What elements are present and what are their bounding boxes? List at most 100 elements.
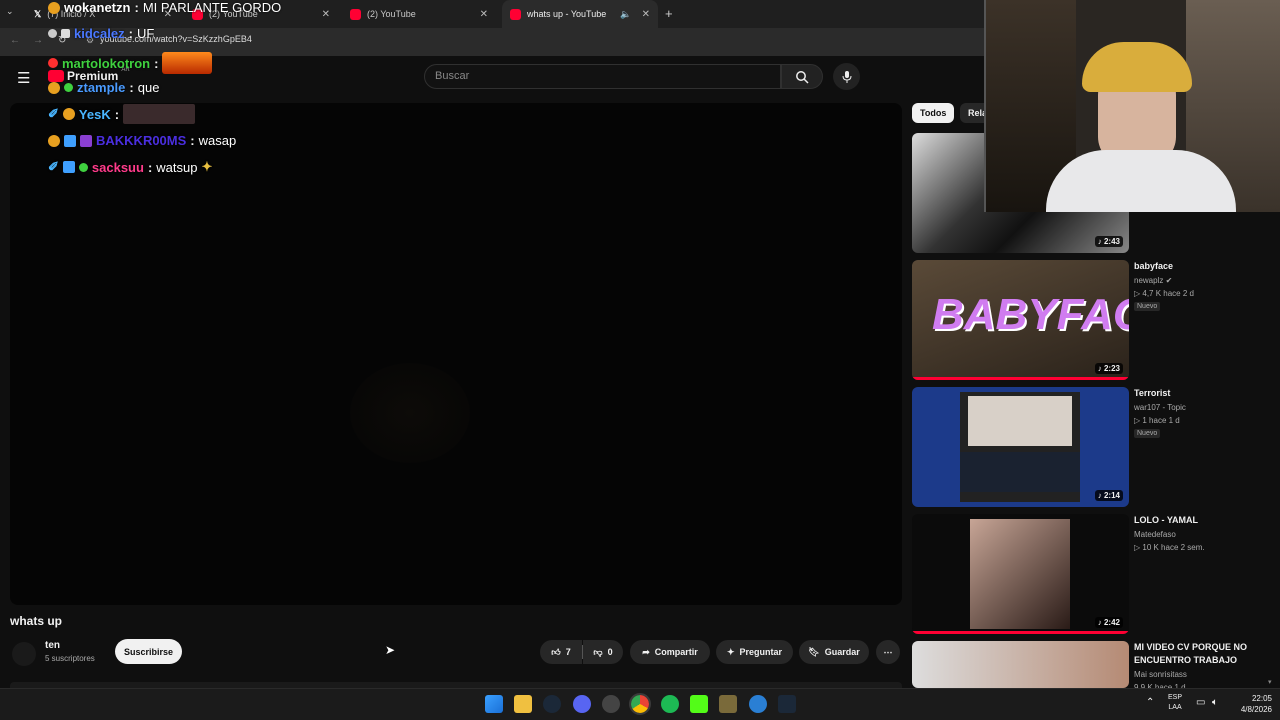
dislike-button[interactable]: 👎︎ 0 [583, 640, 623, 664]
windows-start-icon[interactable] [485, 695, 503, 713]
related-thumbnail[interactable]: BABYFACE ♪ 2:23 [912, 260, 1129, 380]
emote-icon [62, 108, 75, 120]
discord-icon[interactable] [573, 695, 591, 713]
chat-message: MI PARLANTE GORDO [142, 0, 282, 15]
chat-line: ✐ YesK: [48, 104, 196, 124]
app-icon[interactable] [749, 695, 767, 713]
chevron-up-icon[interactable]: ⌃ [1146, 697, 1154, 708]
voice-search-button[interactable] [833, 63, 860, 90]
related-channel[interactable]: Mai sonrisitass [1134, 670, 1187, 679]
date-text: 4/8/2026 [1240, 705, 1272, 714]
save-button[interactable]: 🔖︎ Guardar [799, 640, 869, 664]
sparkle-icon: ✦ [726, 646, 735, 657]
scroll-down-icon[interactable]: ▾ [1268, 678, 1272, 686]
channel-text: newaplz [1134, 276, 1164, 285]
system-clock[interactable]: 22:05 4/8/2026 [1228, 693, 1272, 715]
tab-label: whats up - YouTube [527, 9, 607, 19]
obs-icon[interactable] [602, 695, 620, 713]
mouse-cursor-icon: ➤ [385, 643, 396, 657]
new-tab-icon[interactable]: + [665, 6, 673, 21]
minecraft-icon[interactable] [719, 695, 737, 713]
save-label: Guardar [824, 647, 860, 657]
video-player[interactable] [10, 103, 902, 605]
related-channel[interactable]: Matedefaso [1134, 530, 1176, 539]
tab-active-video[interactable]: whats up - YouTube 🔈 ✕ [502, 0, 658, 28]
sword-badge-icon: ✐ [48, 106, 59, 121]
beanie [1082, 42, 1192, 92]
chat-user: kidcalez [74, 26, 125, 41]
steam-icon[interactable] [543, 695, 561, 713]
badge-icon [61, 29, 70, 38]
chat-user: BAKKKR00MS [96, 133, 187, 148]
duration-badge: ♪ 2:43 [1094, 236, 1123, 247]
chat-user: martolokotron [62, 55, 151, 71]
tab-search-icon[interactable]: ⌄ [6, 6, 20, 20]
video-title: whats up [10, 614, 63, 628]
new-badge: Nuevo [1134, 429, 1161, 438]
badge-icon [78, 162, 88, 172]
speaker-icon[interactable]: 🔈 [620, 9, 631, 20]
channel-name[interactable]: ten [45, 640, 60, 651]
more-actions-button[interactable]: ⋯ [876, 640, 900, 664]
kick-icon[interactable] [690, 695, 708, 713]
emote-icon [48, 1, 60, 14]
forward-icon[interactable]: → [33, 35, 43, 46]
back-icon[interactable]: ← [10, 35, 20, 46]
keyboard-language[interactable]: ESP LAA [1168, 693, 1182, 713]
emote-icon: ✦ [201, 159, 213, 174]
related-thumbnail[interactable]: ♪ 2:14 [912, 387, 1129, 507]
menu-icon[interactable]: ☰ [17, 69, 30, 87]
chat-user: wokanetzn [64, 0, 131, 15]
duration-badge: ♪ 2:42 [1094, 617, 1123, 628]
related-thumbnail[interactable] [912, 641, 1129, 688]
network-icon[interactable]: ▭ [1196, 697, 1205, 708]
thumbnail-art [960, 392, 1080, 502]
close-icon[interactable]: ✕ [480, 9, 488, 20]
microphone-icon [842, 70, 851, 83]
share-icon: ➦ [642, 646, 650, 657]
related-title[interactable]: Terrorist [1134, 387, 1264, 400]
share-label: Compartir [654, 647, 698, 657]
tab-youtube-2[interactable]: (2) YouTube ✕ [342, 0, 496, 28]
chat-line: BAKKKR00MS: wasap [48, 133, 236, 148]
related-meta: ▷ 4,7 K hace 2 d [1134, 289, 1194, 298]
volume-icon[interactable]: 🔈︎ [1212, 697, 1218, 708]
time-text: 22:05 [1251, 694, 1272, 703]
like-button[interactable]: 👍︎ 7 [540, 640, 582, 664]
thumbnail-art [960, 452, 1080, 492]
file-explorer-icon[interactable] [514, 695, 532, 713]
related-channel[interactable]: newaplz ✔ [1134, 276, 1172, 285]
related-thumbnail[interactable]: ♪ 2:42 [912, 514, 1129, 634]
related-title[interactable]: MI VIDEO CV PORQUE NO ENCUENTRO TRABAJO [1134, 641, 1264, 667]
related-title[interactable]: babyface [1134, 260, 1264, 273]
chat-message: que [137, 80, 160, 95]
chat-line: kidcalez: UF [48, 26, 154, 41]
thumbnail-art [970, 519, 1070, 629]
close-icon[interactable]: ✕ [642, 9, 650, 20]
meta-text: 4,7 K hace 2 d [1142, 289, 1194, 298]
search-input[interactable]: Buscar [424, 64, 781, 89]
thumbs-up-icon: 👍︎ [551, 646, 561, 657]
duration-badge: ♪ 2:23 [1094, 363, 1123, 374]
subscriber-count: 5 suscriptores [45, 654, 95, 663]
chip-all[interactable]: Todos [912, 103, 955, 123]
chat-message: watsup [156, 159, 198, 175]
meta-text: 1 hace 1 d [1142, 416, 1180, 425]
image-emote-icon [123, 104, 196, 124]
spotify-icon[interactable] [661, 695, 679, 713]
share-button[interactable]: ➦ Compartir [630, 640, 710, 664]
subscribe-button[interactable]: Suscribirse [115, 639, 182, 664]
ask-button[interactable]: ✦ Preguntar [716, 640, 793, 664]
bookmark-icon: 🔖︎ [808, 646, 820, 657]
chat-user: sacksuu [91, 159, 144, 175]
related-title[interactable]: LOLO - YAMAL [1134, 514, 1264, 527]
ask-label: Preguntar [739, 647, 783, 657]
meta-text: 10 K hace 2 sem. [1142, 543, 1205, 552]
search-button[interactable] [781, 64, 823, 89]
channel-avatar[interactable] [12, 642, 36, 666]
chrome-icon[interactable] [629, 693, 651, 715]
steam-window-icon[interactable] [778, 695, 796, 713]
search-icon [796, 70, 809, 84]
related-channel[interactable]: war107 - Topic [1134, 403, 1186, 412]
close-icon[interactable]: ✕ [322, 9, 330, 20]
